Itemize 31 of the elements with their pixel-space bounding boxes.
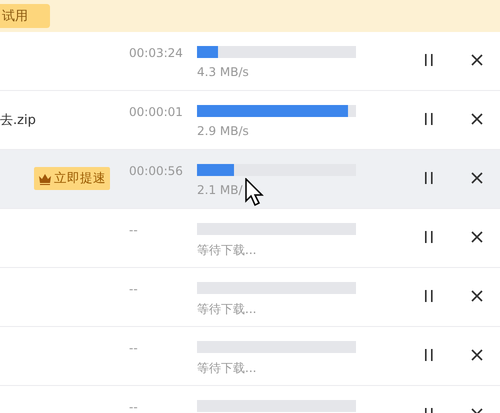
remaining-time: 00:00:01 [129, 106, 184, 118]
remaining-time: -- [129, 283, 139, 295]
file-name: 去.zip [0, 112, 36, 128]
close-icon [471, 54, 483, 66]
pause-icon [424, 349, 434, 361]
close-icon [471, 349, 483, 361]
close-icon [471, 113, 483, 125]
boost-button[interactable]: 立即提速 [34, 167, 110, 190]
pause-icon [424, 290, 434, 302]
remaining-time: 00:03:24 [129, 47, 184, 59]
download-status: 2.9 MB/s [197, 124, 250, 138]
remaining-time: 00:00:56 [129, 165, 184, 177]
pause-icon [424, 54, 434, 66]
close-icon [471, 290, 483, 302]
mouse-cursor-icon [245, 178, 265, 208]
pause-icon [424, 172, 434, 184]
crown-icon [38, 172, 52, 184]
download-row[interactable]: 立即提速 00:00:56 2.1 MB/ [0, 150, 500, 209]
remaining-time: -- [129, 401, 139, 413]
download-status: 等待下载... [197, 301, 258, 318]
remaining-time: -- [129, 342, 139, 354]
download-status: 4.3 MB/s [197, 65, 250, 79]
pause-icon [424, 113, 434, 125]
download-status: 2.1 MB/ [197, 183, 244, 197]
trial-button[interactable]: 试用 [0, 4, 50, 28]
download-status: 等待下载... [197, 360, 258, 377]
pause-icon [424, 231, 434, 243]
remaining-time: -- [129, 224, 139, 236]
close-icon [471, 172, 483, 184]
download-status: 等待下载... [197, 242, 258, 259]
close-icon [471, 231, 483, 243]
